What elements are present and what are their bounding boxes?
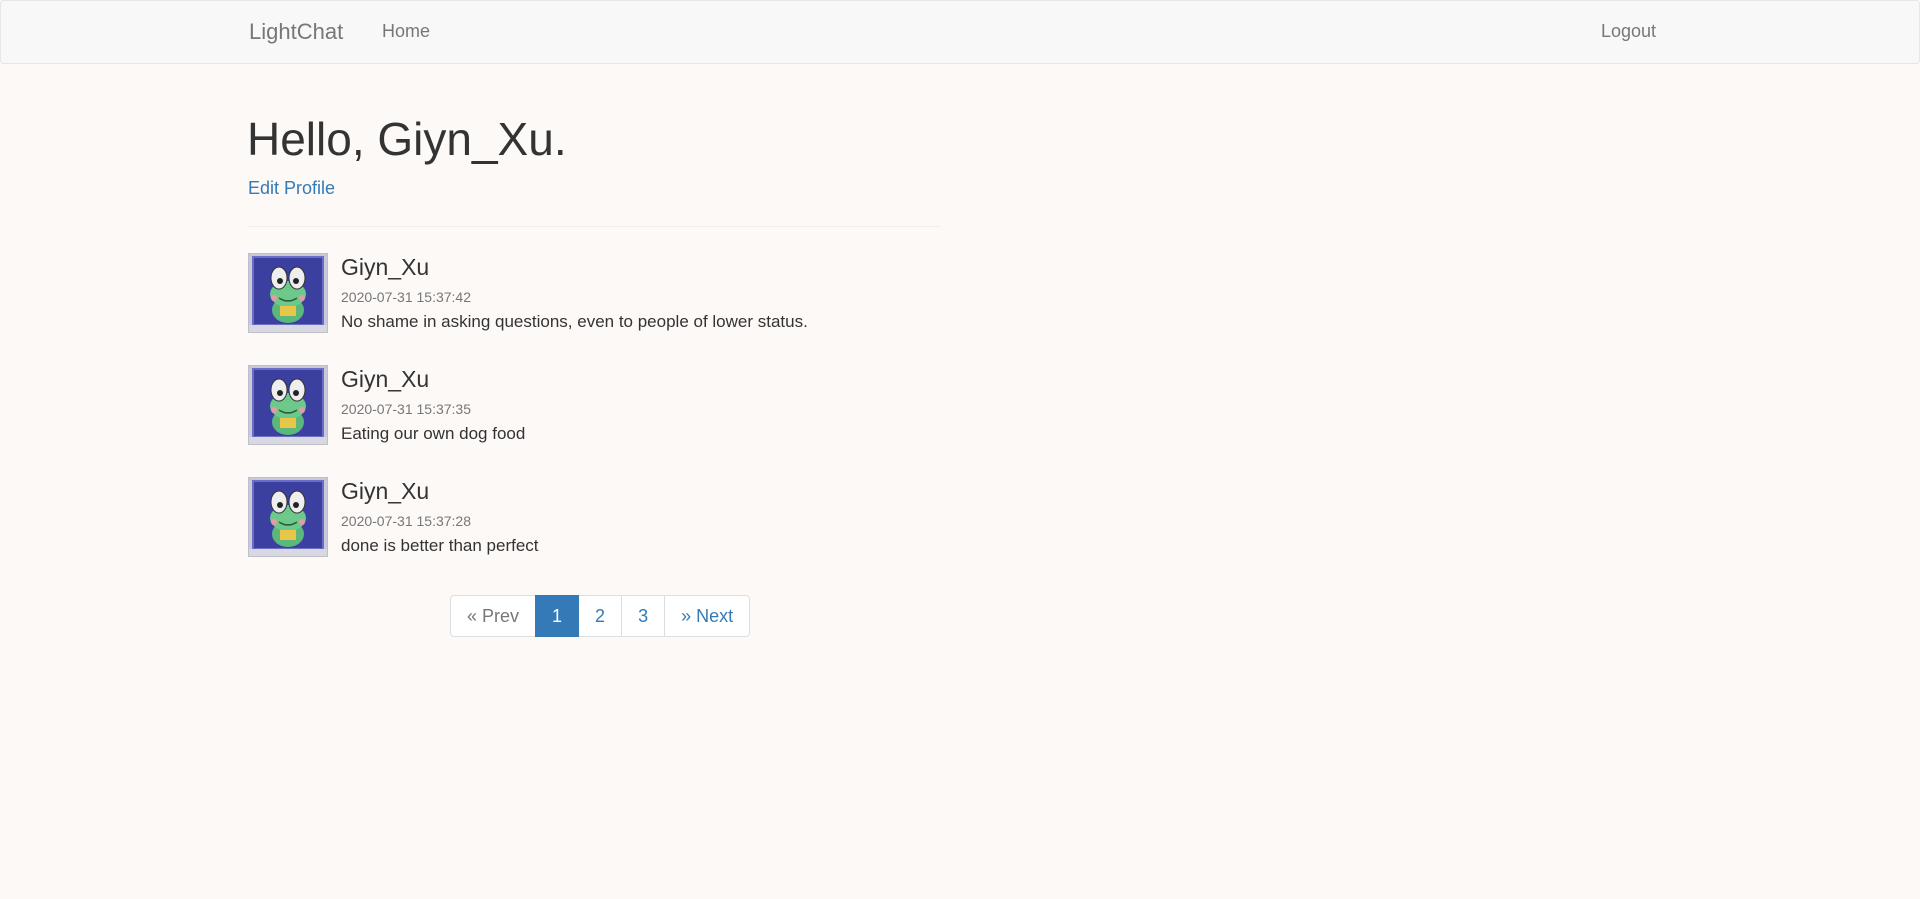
post-item: Giyn_Xu 2020-07-31 15:37:42 No shame in … (248, 253, 941, 335)
post-body: No shame in asking questions, even to pe… (341, 312, 808, 331)
prev-page-button[interactable]: « Prev (450, 595, 537, 637)
post-author[interactable]: Giyn_Xu (341, 477, 429, 505)
nav-logout-link[interactable]: Logout (1601, 21, 1656, 42)
post-author[interactable]: Giyn_Xu (341, 253, 429, 281)
nav-home-link[interactable]: Home (382, 21, 430, 42)
page-3-button[interactable]: 3 (621, 595, 666, 637)
post-body: done is better than perfect (341, 536, 539, 555)
pagination: « Prev 1 2 3 » Next (450, 595, 751, 637)
edit-profile-link[interactable]: Edit Profile (248, 178, 335, 199)
post-item: Giyn_Xu 2020-07-31 15:37:28 done is bett… (248, 477, 941, 559)
post-timestamp: 2020-07-31 15:37:35 (341, 401, 471, 417)
post-timestamp: 2020-07-31 15:37:28 (341, 513, 471, 529)
brand-link[interactable]: LightChat (249, 19, 343, 45)
post-timestamp: 2020-07-31 15:37:42 (341, 289, 471, 305)
page-1-button[interactable]: 1 (535, 595, 580, 637)
frog-avatar-icon[interactable] (248, 253, 328, 333)
post-body: Eating our own dog food (341, 424, 526, 443)
page-title: Hello, Giyn_Xu. (247, 113, 567, 165)
top-navbar: LightChat Home Logout (0, 0, 1920, 64)
post-item: Giyn_Xu 2020-07-31 15:37:35 Eating our o… (248, 365, 941, 447)
frog-avatar-icon[interactable] (248, 477, 328, 557)
frog-avatar-icon[interactable] (248, 365, 328, 445)
next-page-button[interactable]: » Next (664, 595, 751, 637)
divider (248, 226, 941, 227)
post-author[interactable]: Giyn_Xu (341, 365, 429, 393)
page-2-button[interactable]: 2 (578, 595, 623, 637)
